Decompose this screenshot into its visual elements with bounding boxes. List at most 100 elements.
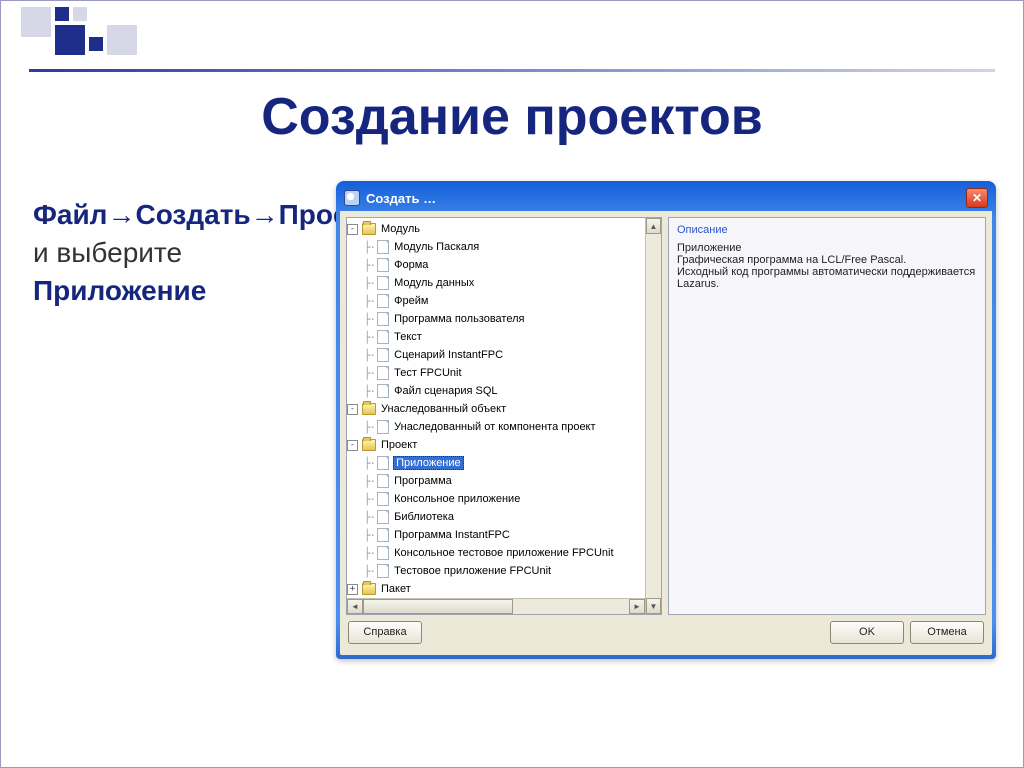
tree-item-label: Модуль данных: [393, 277, 475, 289]
dialog-body: - Модуль ├·Модуль Паскаля ├·Форма ├·Модул…: [340, 211, 992, 655]
tree-item-label: Тест FPCUnit: [393, 367, 462, 379]
help-button[interactable]: Справка: [348, 621, 422, 644]
tree-item-label: Файл сценария SQL: [393, 385, 498, 397]
file-icon: [377, 330, 389, 344]
file-icon: [377, 456, 389, 470]
file-icon: [377, 312, 389, 326]
horizontal-scrollbar[interactable]: ◄ ►: [347, 598, 645, 614]
dialog-buttons: Справка OK Отмена: [346, 615, 986, 649]
hscroll-thumb[interactable]: [363, 599, 513, 614]
tree-item-label: Консольное приложение: [393, 493, 521, 505]
file-icon: [377, 510, 389, 524]
file-icon: [377, 546, 389, 560]
tree-item[interactable]: ├·Программа пользователя: [347, 310, 645, 328]
tree-item-label: Программа: [393, 475, 453, 487]
file-icon: [377, 240, 389, 254]
collapse-icon[interactable]: -: [347, 224, 358, 235]
tree-item[interactable]: - Проект: [347, 436, 645, 454]
slide-title: Создание проектов: [1, 87, 1023, 147]
slide-divider: [29, 69, 995, 72]
tree-item[interactable]: ├·Унаследованный от компонента проект: [347, 418, 645, 436]
tree-item-label: Пакет: [380, 583, 412, 595]
file-icon: [377, 348, 389, 362]
tree-item[interactable]: ├·Модуль данных: [347, 274, 645, 292]
file-icon: [377, 294, 389, 308]
slide: Создание проектов Файл→Создать→Проект и …: [0, 0, 1024, 768]
tree-item-label: Программа пользователя: [393, 313, 525, 325]
selection-target: Приложение: [33, 275, 206, 306]
dialog-title: Создать …: [366, 191, 436, 206]
file-icon: [377, 420, 389, 434]
instructions-text: Файл→Создать→Проект и выберите Приложени…: [33, 196, 323, 309]
tree-item[interactable]: ├·Программа: [347, 472, 645, 490]
slide-decoration: [21, 7, 151, 77]
tree-item-label: Форма: [393, 259, 429, 271]
tree-item-label: Модуль Паскаля: [393, 241, 480, 253]
file-icon: [377, 276, 389, 290]
file-icon: [377, 366, 389, 380]
close-button[interactable]: ✕: [966, 188, 988, 208]
folder-icon: [362, 439, 376, 451]
tree-item-label: Консольное тестовое приложение FPCUnit: [393, 547, 614, 559]
tree-pane: - Модуль ├·Модуль Паскаля ├·Форма ├·Модул…: [346, 217, 662, 615]
vertical-scrollbar[interactable]: ▲ ▼: [645, 218, 661, 614]
tree-item-label: Текст: [393, 331, 423, 343]
description-pane: Описание Приложение Графическая программ…: [668, 217, 986, 615]
hscroll-track[interactable]: [363, 599, 629, 614]
cancel-button[interactable]: Отмена: [910, 621, 984, 644]
tree-item[interactable]: ├·Библиотека: [347, 508, 645, 526]
file-icon: [377, 528, 389, 542]
app-icon: [344, 190, 360, 206]
tree-item-label: Унаследованный от компонента проект: [393, 421, 596, 433]
tree-item-label: Библиотека: [393, 511, 455, 523]
tree-view[interactable]: - Модуль ├·Модуль Паскаля ├·Форма ├·Модул…: [347, 218, 645, 598]
scroll-left-button[interactable]: ◄: [347, 599, 363, 614]
tree-item[interactable]: - Модуль: [347, 220, 645, 238]
tree-item-label: Проект: [380, 439, 418, 451]
tree-item[interactable]: ├·Программа InstantFPC: [347, 526, 645, 544]
file-icon: [377, 474, 389, 488]
tree-item[interactable]: ├·Модуль Паскаля: [347, 238, 645, 256]
tree-item-label: Программа InstantFPC: [393, 529, 511, 541]
tree-item[interactable]: ├·Тестовое приложение FPCUnit: [347, 562, 645, 580]
tree-item[interactable]: ├·Фрейм: [347, 292, 645, 310]
vscroll-track[interactable]: [646, 234, 661, 598]
tree-item[interactable]: ├·Тест FPCUnit: [347, 364, 645, 382]
dialog-titlebar[interactable]: Создать … ✕: [340, 185, 992, 211]
description-line: Приложение: [677, 242, 977, 254]
file-icon: [377, 564, 389, 578]
tree-item[interactable]: - Унаследованный объект: [347, 400, 645, 418]
tree-item-label: Фрейм: [393, 295, 429, 307]
tree-item[interactable]: ├·Приложение: [347, 454, 645, 472]
collapse-icon[interactable]: -: [347, 440, 358, 451]
scroll-right-button[interactable]: ►: [629, 599, 645, 614]
menu-path: Файл→Создать→Проект: [33, 199, 376, 230]
create-dialog: Создать … ✕ - Модуль ├·Модуль Паскаля ├·Ф…: [336, 181, 996, 659]
file-icon: [377, 384, 389, 398]
tree-item[interactable]: ├·Консольное тестовое приложение FPCUnit: [347, 544, 645, 562]
file-icon: [377, 492, 389, 506]
tree-item[interactable]: ├·Файл сценария SQL: [347, 382, 645, 400]
description-line: Графическая программа на LCL/Free Pascal…: [677, 254, 977, 266]
close-icon: ✕: [972, 191, 982, 205]
description-heading: Описание: [677, 224, 977, 236]
tree-item-label: Модуль: [380, 223, 421, 235]
tree-item-label: Тестовое приложение FPCUnit: [393, 565, 552, 577]
tree-item[interactable]: + Пакет: [347, 580, 645, 598]
description-line: Исходный код программы автоматически под…: [677, 266, 977, 290]
ok-button[interactable]: OK: [830, 621, 904, 644]
tree-item[interactable]: ├·Форма: [347, 256, 645, 274]
tree-item-label: Унаследованный объект: [380, 403, 507, 415]
expand-icon[interactable]: +: [347, 584, 358, 595]
tree-item[interactable]: ├·Сценарий InstantFPC: [347, 346, 645, 364]
file-icon: [377, 258, 389, 272]
scroll-down-button[interactable]: ▼: [646, 598, 661, 614]
folder-icon: [362, 403, 376, 415]
tree-item[interactable]: ├·Текст: [347, 328, 645, 346]
tree-item-label: Сценарий InstantFPC: [393, 349, 504, 361]
tree-item-label: Приложение: [393, 456, 464, 470]
scroll-up-button[interactable]: ▲: [646, 218, 661, 234]
tree-item[interactable]: ├·Консольное приложение: [347, 490, 645, 508]
collapse-icon[interactable]: -: [347, 404, 358, 415]
folder-icon: [362, 583, 376, 595]
